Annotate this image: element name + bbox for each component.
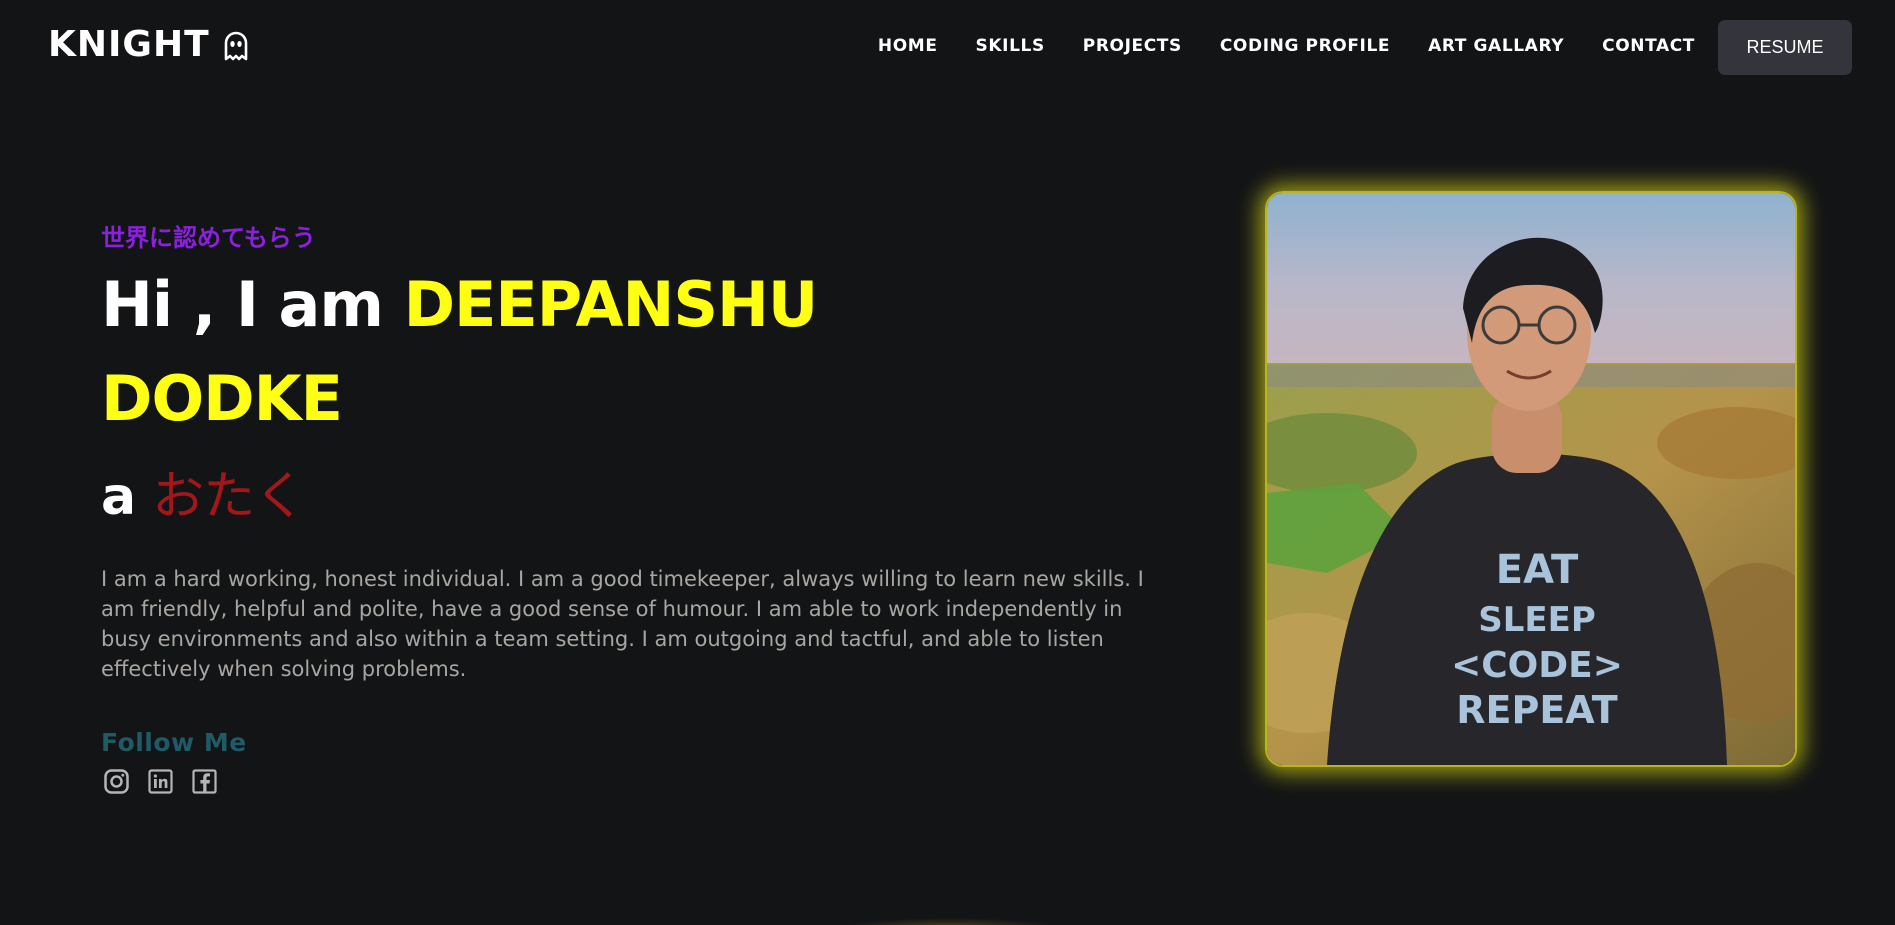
- nav-skills[interactable]: SKILLS: [976, 36, 1045, 56]
- nav-contact[interactable]: CONTACT: [1602, 36, 1695, 56]
- follow-me-label: Follow Me: [101, 728, 247, 757]
- resume-button[interactable]: RESUME: [1718, 20, 1852, 75]
- nav-projects[interactable]: PROJECTS: [1083, 36, 1182, 56]
- svg-text:EAT: EAT: [1496, 547, 1579, 593]
- hero-role: おたく: [152, 467, 306, 527]
- hero-greeting-line: Hi , I am DEEPANSHU: [101, 268, 819, 341]
- brand-logo[interactable]: KNIGHT: [48, 24, 252, 65]
- instagram-icon[interactable]: [104, 769, 129, 794]
- portfolio-page: KNIGHT HOME SKILLS PROJECTS CODING PROFI…: [0, 0, 1895, 925]
- hero-greeting: Hi , I am: [101, 268, 384, 341]
- linkedin-icon[interactable]: [148, 769, 173, 794]
- hero-role-line: a おたく: [101, 454, 306, 529]
- ghost-icon: [224, 31, 247, 60]
- profile-photo: EAT SLEEP <CODE> REPEAT: [1265, 191, 1797, 767]
- svg-text:REPEAT: REPEAT: [1456, 688, 1617, 732]
- nav-art-gallary[interactable]: ART GALLARY: [1428, 36, 1564, 56]
- top-navbar: KNIGHT HOME SKILLS PROJECTS CODING PROFI…: [0, 0, 1895, 92]
- hero-tagline: 世界に認めてもらう: [101, 224, 316, 252]
- scroll-glow: [840, 918, 1060, 925]
- facebook-icon[interactable]: [192, 769, 217, 794]
- svg-text:<CODE>: <CODE>: [1451, 645, 1623, 686]
- hero-first-name: DEEPANSHU: [403, 268, 819, 341]
- svg-text:SLEEP: SLEEP: [1478, 600, 1596, 640]
- nav-links: HOME SKILLS PROJECTS CODING PROFILE ART …: [878, 36, 1695, 56]
- social-links: [104, 769, 217, 794]
- nav-coding-profile[interactable]: CODING PROFILE: [1220, 36, 1390, 56]
- about-paragraph: I am a hard working, honest individual. …: [101, 567, 1144, 681]
- hero-role-prefix: a: [101, 467, 136, 527]
- nav-home[interactable]: HOME: [878, 36, 938, 56]
- brand-name: KNIGHT: [48, 24, 210, 65]
- hero-last-name: DODKE: [101, 362, 343, 435]
